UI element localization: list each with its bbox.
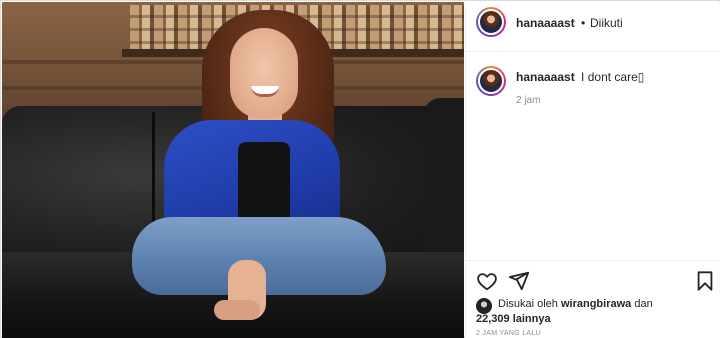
liker-username[interactable]: wirangbirawa: [561, 298, 631, 310]
bookmark-icon[interactable]: [694, 270, 716, 292]
likes-count[interactable]: 22,309 lainnya: [476, 313, 551, 325]
heart-icon[interactable]: [476, 270, 498, 292]
caption-body: I dont care▯: [581, 70, 645, 84]
liker-avatar[interactable]: [476, 298, 492, 314]
likes-prefix: Disukai oleh: [498, 298, 558, 310]
post-window: hanaaaast • Diikuti hanaaaast I dont car…: [0, 0, 720, 338]
caption-avatar[interactable]: [476, 66, 506, 96]
caption-username[interactable]: hanaaaast: [516, 70, 575, 84]
figure-face: [230, 28, 298, 118]
likes-line-1: Disukai oleh wirangbirawa dan: [498, 298, 653, 310]
figure-top: [238, 142, 290, 226]
header-username[interactable]: hanaaaast: [516, 16, 575, 30]
separator-dot: •: [581, 16, 586, 30]
follow-status-button[interactable]: Diikuti: [590, 16, 623, 30]
avatar-image: [478, 68, 504, 94]
post-actions: Disukai oleh wirangbirawa dan 22,309 lai…: [466, 260, 720, 338]
avatar-image: [478, 9, 504, 35]
caption-time[interactable]: 2 jam: [516, 95, 540, 106]
likes-summary: Disukai oleh wirangbirawa dan 22,309 lai…: [476, 297, 716, 327]
post-photo[interactable]: [2, 2, 464, 338]
figure-foot: [214, 300, 260, 320]
likes-conjunction: dan: [634, 298, 653, 310]
paper-plane-icon[interactable]: [508, 270, 530, 292]
caption-text: hanaaaast I dont care▯: [516, 70, 711, 84]
avatar[interactable]: [476, 7, 506, 37]
caption-comment: hanaaaast I dont care▯ 2 jam: [466, 62, 720, 122]
post-header: hanaaaast • Diikuti: [466, 2, 720, 52]
post-timestamp[interactable]: 2 JAM YANG LALU: [476, 330, 541, 337]
post-side-panel: hanaaaast • Diikuti hanaaaast I dont car…: [465, 2, 720, 338]
